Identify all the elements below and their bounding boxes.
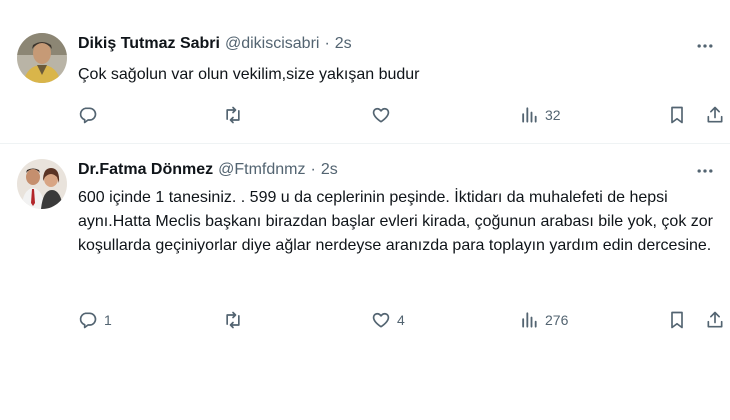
reply-count: 1 (104, 312, 112, 328)
author-handle[interactable]: @Ftmfdnmz (218, 161, 305, 179)
action-bar: 32 (0, 103, 730, 127)
tweet-text: 600 içinde 1 tanesiniz. . 599 u da ceple… (78, 189, 713, 254)
more-options-button[interactable] (694, 36, 716, 56)
like-button[interactable]: 4 (371, 308, 405, 332)
heart-icon (372, 107, 390, 123)
tweet[interactable]: Dikiş Tutmaz Sabri @dikiscisabri · 2s Ço… (0, 0, 730, 144)
tweet-text: Çok sağolun var olun vekilim,size yakışa… (78, 66, 420, 83)
timestamp[interactable]: 2s (335, 35, 352, 53)
more-options-button[interactable] (694, 161, 716, 181)
tweet-header: Dr.Fatma Dönmez @Ftmfdnmz · 2s (78, 159, 338, 181)
like-button[interactable] (371, 103, 397, 127)
more-icon (697, 169, 713, 173)
reply-button[interactable] (78, 103, 104, 127)
share-button[interactable] (705, 308, 725, 332)
share-button[interactable] (705, 103, 725, 127)
retweet-button[interactable] (223, 308, 249, 332)
retweet-icon (226, 311, 240, 329)
views-icon (522, 312, 537, 328)
author-name[interactable]: Dr.Fatma Dönmez (78, 161, 213, 179)
bookmark-icon (671, 106, 683, 124)
avatar[interactable] (17, 159, 67, 209)
reply-icon (79, 107, 97, 124)
tweet[interactable]: Dr.Fatma Dönmez @Ftmfdnmz · 2s 600 içind… (0, 144, 730, 344)
retweet-icon (226, 106, 240, 124)
views-icon (522, 107, 537, 123)
share-icon (707, 106, 723, 123)
views-button[interactable]: 32 (519, 103, 561, 127)
bookmark-button[interactable] (667, 308, 687, 332)
share-icon (707, 311, 723, 328)
tweet-header: Dikiş Tutmaz Sabri @dikiscisabri · 2s (78, 33, 352, 55)
views-button[interactable]: 276 (519, 308, 568, 332)
more-icon (697, 44, 713, 48)
author-handle[interactable]: @dikiscisabri (225, 35, 319, 53)
avatar[interactable] (17, 33, 67, 83)
author-name[interactable]: Dikiş Tutmaz Sabri (78, 35, 220, 53)
reply-button[interactable]: 1 (78, 308, 112, 332)
heart-icon (372, 312, 390, 328)
separator-dot: · (324, 35, 330, 52)
views-count: 276 (545, 312, 569, 328)
bookmark-icon (671, 311, 683, 329)
timestamp[interactable]: 2s (321, 161, 338, 179)
separator-dot: · (310, 161, 316, 178)
action-bar: 1 4 276 (0, 308, 730, 332)
views-count: 32 (545, 107, 561, 123)
retweet-button[interactable] (223, 103, 249, 127)
reply-icon (79, 312, 97, 329)
bookmark-button[interactable] (667, 103, 687, 127)
like-count: 4 (397, 312, 405, 328)
